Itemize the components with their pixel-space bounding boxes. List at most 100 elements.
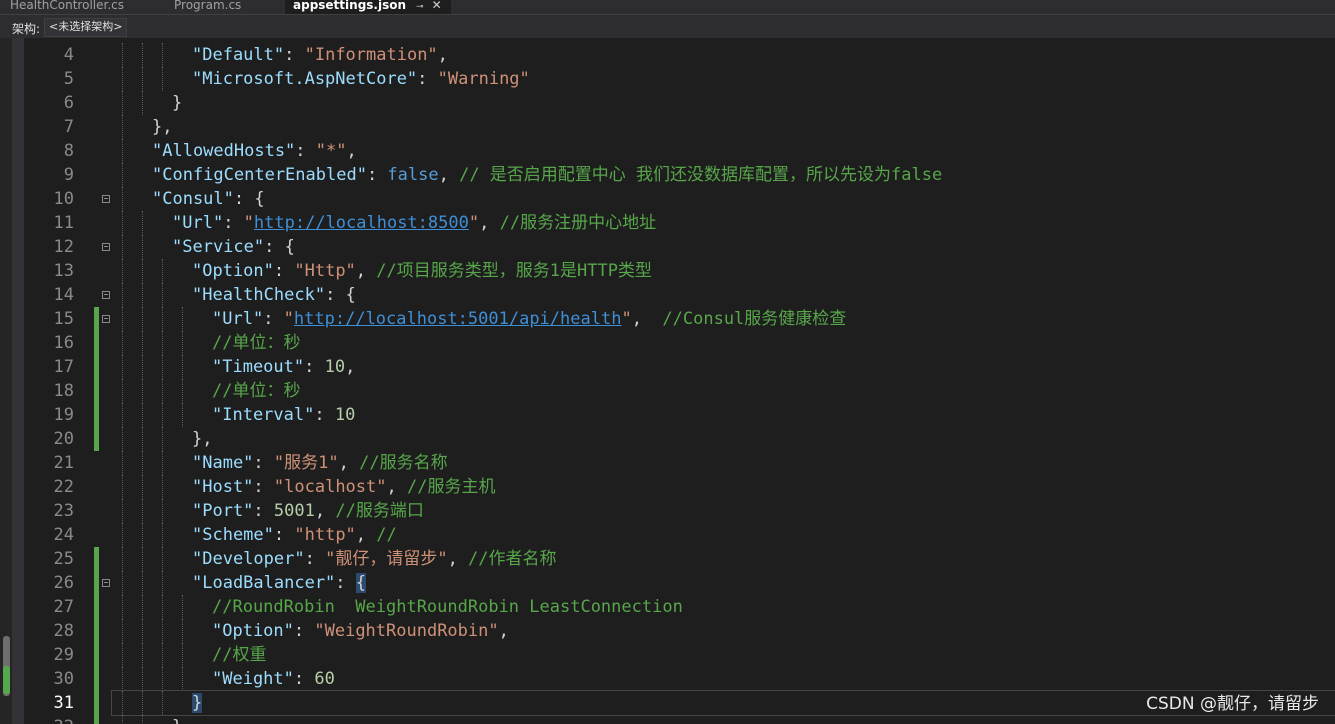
code-line[interactable]: 14 − "HealthCheck": { bbox=[24, 283, 1335, 307]
tab-healthcontroller[interactable]: HealthController.cs bbox=[10, 0, 124, 14]
code-line[interactable]: 19 "Interval": 10 bbox=[24, 403, 1335, 427]
line-number: 13 bbox=[53, 261, 74, 281]
code-token: : bbox=[295, 141, 316, 161]
code-text: "Default": "Information", bbox=[192, 43, 448, 67]
line-number: 6 bbox=[63, 93, 74, 113]
vertical-scrollbar[interactable] bbox=[0, 38, 12, 724]
code-text: }, bbox=[192, 427, 212, 451]
code-token: // bbox=[376, 525, 397, 545]
indent-guide bbox=[142, 667, 144, 691]
indent-guide bbox=[142, 283, 144, 307]
indent-guide bbox=[142, 355, 144, 379]
code-token: , bbox=[386, 477, 407, 497]
indent-guide bbox=[142, 403, 144, 427]
code-line[interactable]: 4 "Default": "Information", bbox=[24, 43, 1335, 67]
code-line[interactable]: 5 "Microsoft.AspNetCore": "Warning" bbox=[24, 67, 1335, 91]
indent-guide bbox=[122, 115, 124, 139]
code-token: , bbox=[498, 621, 509, 641]
code-line[interactable]: 10 − "Consul": { bbox=[24, 187, 1335, 211]
indent-guide bbox=[122, 307, 124, 331]
code-line[interactable]: 24 "Scheme": "http", // bbox=[24, 523, 1335, 547]
code-token: : bbox=[253, 477, 274, 497]
code-token: }, bbox=[192, 429, 213, 449]
code-token: "服务1" bbox=[273, 453, 339, 473]
fold-toggle-icon[interactable]: − bbox=[102, 315, 110, 323]
indent-guide bbox=[182, 331, 184, 355]
code-line[interactable]: 21 "Name": "服务1", //服务名称 bbox=[24, 451, 1335, 475]
fold-toggle-icon[interactable]: − bbox=[102, 291, 110, 299]
indent-guide bbox=[162, 667, 164, 691]
code-line[interactable]: 9 "ConfigCenterEnabled": false, // 是否启用配置… bbox=[24, 163, 1335, 187]
url-link[interactable]: http://localhost:8500 bbox=[254, 213, 469, 233]
code-text: } bbox=[172, 91, 182, 115]
code-text: "Service": { bbox=[172, 235, 295, 259]
line-number: 5 bbox=[63, 69, 74, 89]
code-line[interactable]: 29 //权重 bbox=[24, 643, 1335, 667]
code-token: "Weight" bbox=[212, 669, 294, 689]
fold-toggle-icon[interactable]: − bbox=[102, 243, 110, 251]
code-text: "HealthCheck": { bbox=[192, 283, 356, 307]
indent-guide bbox=[142, 427, 144, 451]
code-line[interactable]: 32} bbox=[24, 715, 1335, 724]
close-icon[interactable]: ✕ bbox=[432, 0, 442, 11]
code-token: "*" bbox=[315, 141, 347, 161]
indent-guide bbox=[122, 235, 124, 259]
code-line[interactable]: 8 "AllowedHosts": "*", bbox=[24, 139, 1335, 163]
indent-guide bbox=[182, 667, 184, 691]
code-line[interactable]: 22 "Host": "localhost", //服务主机 bbox=[24, 475, 1335, 499]
indent-guide bbox=[182, 619, 184, 643]
indent-guide bbox=[122, 139, 124, 163]
code-token: // 是否启用配置中心 我们还没数据库配置，所以先设为false bbox=[459, 165, 943, 185]
code-line[interactable]: 12 − "Service": { bbox=[24, 235, 1335, 259]
code-line[interactable]: 6} bbox=[24, 91, 1335, 115]
code-token: "http" bbox=[294, 525, 356, 545]
indent-guide bbox=[122, 379, 124, 403]
code-editor[interactable]: 4 "Default": "Information", 5 "Microsoft.As… bbox=[24, 38, 1335, 724]
code-token: : bbox=[223, 213, 244, 233]
code-line[interactable]: 18 //单位：秒 bbox=[24, 379, 1335, 403]
line-number: 14 bbox=[53, 285, 74, 305]
code-line[interactable]: 28 "Option": "WeightRoundRobin", bbox=[24, 619, 1335, 643]
code-line[interactable]: 15 − "Url": "http://localhost:5001/api/hea… bbox=[24, 307, 1335, 331]
tab-label: HealthController.cs bbox=[10, 0, 124, 12]
tab-appsettings[interactable]: appsettings.json ⊸ ✕ bbox=[285, 0, 451, 14]
code-line[interactable]: 31} bbox=[24, 691, 1335, 715]
indent-guide bbox=[142, 595, 144, 619]
indent-guide bbox=[142, 691, 144, 715]
code-line[interactable]: 11 "Url": "http://localhost:8500", //服务注册… bbox=[24, 211, 1335, 235]
tab-program[interactable]: Program.cs bbox=[174, 0, 241, 14]
code-text: "Option": "Http", //项目服务类型，服务1是HTTP类型 bbox=[192, 259, 652, 283]
code-line[interactable]: 23 "Port": 5001, //服务端口 bbox=[24, 499, 1335, 523]
code-line[interactable]: 30 "Weight": 60 bbox=[24, 667, 1335, 691]
indent-guide bbox=[142, 307, 144, 331]
code-line[interactable]: 20}, bbox=[24, 427, 1335, 451]
code-token: : { bbox=[264, 237, 295, 257]
code-line[interactable]: 7}, bbox=[24, 115, 1335, 139]
url-link[interactable]: http://localhost:5001/api/health bbox=[294, 309, 622, 329]
indent-guide bbox=[182, 643, 184, 667]
code-token: "Warning" bbox=[437, 69, 530, 89]
indent-guide bbox=[122, 187, 124, 211]
indent-guide bbox=[122, 643, 124, 667]
code-text: } bbox=[192, 691, 203, 715]
margin-gutter bbox=[12, 38, 24, 724]
code-line[interactable]: 13 "Option": "Http", //项目服务类型，服务1是HTTP类型 bbox=[24, 259, 1335, 283]
code-token: : bbox=[335, 573, 356, 593]
code-line[interactable]: 17 "Timeout": 10, bbox=[24, 355, 1335, 379]
indent-guide bbox=[122, 691, 124, 715]
code-line[interactable]: 25 "Developer": "靓仔，请留步", //作者名称 bbox=[24, 547, 1335, 571]
code-text: "Consul": { bbox=[152, 187, 265, 211]
code-line[interactable]: 26 − "LoadBalancer": { bbox=[24, 571, 1335, 595]
code-line[interactable]: 16 //单位：秒 bbox=[24, 331, 1335, 355]
change-marker bbox=[94, 379, 99, 403]
code-token: "Host" bbox=[192, 477, 254, 497]
fold-toggle-icon[interactable]: − bbox=[102, 579, 110, 587]
indent-guide bbox=[122, 163, 124, 187]
fold-toggle-icon[interactable]: − bbox=[102, 195, 110, 203]
pin-icon[interactable]: ⊸ bbox=[416, 2, 424, 13]
architecture-dropdown[interactable]: <未选择架构> bbox=[44, 18, 128, 37]
code-token: , bbox=[438, 165, 460, 185]
code-text: //权重 bbox=[212, 643, 266, 667]
code-line[interactable]: 27 //RoundRobin WeightRoundRobin LeastCon… bbox=[24, 595, 1335, 619]
code-text: "Name": "服务1", //服务名称 bbox=[192, 451, 448, 475]
